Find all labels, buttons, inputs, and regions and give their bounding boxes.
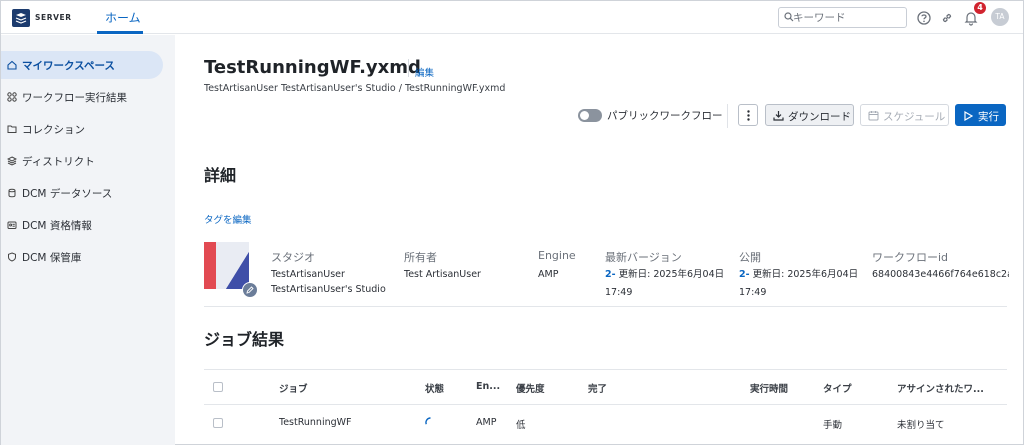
col-status[interactable]: 状態 xyxy=(425,381,444,395)
workflow-thumbnail xyxy=(204,242,249,289)
page-title: TestRunningWF.yxmd xyxy=(204,57,421,78)
download-label: ダウンロード xyxy=(788,111,851,123)
col-completed[interactable]: 完了 xyxy=(588,381,607,395)
latest-version-updated: 更新日: 2025年6月04日 xyxy=(618,269,725,280)
engine-value: AMP xyxy=(538,269,559,280)
sidebar-item-workflow-results[interactable]: ワークフロー実行結果 xyxy=(1,83,163,111)
pencil-icon xyxy=(246,286,254,294)
published-time: 17:49 xyxy=(739,287,767,298)
studio-value-1[interactable]: TestArtisanUser xyxy=(271,267,345,282)
running-spinner-icon xyxy=(425,417,431,425)
schedule-label: スケジュール xyxy=(883,111,946,123)
home-icon xyxy=(7,60,17,70)
workflow-id-value: 68400843e4466f764e618c2a xyxy=(872,269,1009,280)
published-updated: 更新日: 2025年6月04日 xyxy=(752,269,859,280)
breadcrumb[interactable]: TestArtisanUser TestArtisanUser's Studio… xyxy=(204,83,505,94)
sidebar-item-my-workspace[interactable]: マイワークスペース xyxy=(1,51,163,79)
toggle-knob xyxy=(580,111,589,120)
col-type[interactable]: タイプ xyxy=(823,381,852,395)
logo-text: SERVER xyxy=(35,13,72,22)
search-box[interactable] xyxy=(778,7,907,28)
select-all-checkbox[interactable] xyxy=(213,382,223,392)
actions-divider xyxy=(727,104,728,128)
section-divider xyxy=(204,306,1007,307)
row-checkbox[interactable] xyxy=(213,418,223,428)
help-icon[interactable] xyxy=(916,10,932,26)
sidebar-item-label: DCM 資格情報 xyxy=(22,220,92,232)
engine-label: Engine xyxy=(538,249,576,262)
server-logo-icon[interactable] xyxy=(12,9,30,27)
sidebar-item-dcm-credentials[interactable]: DCM 資格情報 xyxy=(1,211,163,239)
edit-title-link[interactable]: 編集 xyxy=(415,65,434,79)
published-version-number[interactable]: 2- xyxy=(739,269,750,280)
notification-badge: 4 xyxy=(974,2,986,14)
sidebar: マイワークスペース ワークフロー実行結果 コレクション ディストリクト DCM … xyxy=(1,35,175,445)
public-workflow-label: パブリックワークフロー xyxy=(607,110,723,122)
published-value: 2- 更新日: 2025年6月04日 xyxy=(739,267,858,282)
col-engine[interactable]: En... xyxy=(476,381,500,392)
sidebar-item-label: ワークフロー実行結果 xyxy=(22,92,127,104)
avatar[interactable]: TA xyxy=(991,8,1009,26)
sidebar-item-districts[interactable]: ディストリクト xyxy=(1,147,163,175)
title-divider xyxy=(408,59,409,77)
edit-tags-link[interactable]: タグを編集 xyxy=(204,212,252,226)
latest-version-label: 最新バージョン xyxy=(605,251,682,264)
public-workflow-toggle[interactable] xyxy=(578,109,602,122)
search-input[interactable] xyxy=(793,9,903,26)
job-name-cell[interactable]: TestRunningWF xyxy=(279,417,352,428)
sidebar-item-dcm-data-sources[interactable]: DCM データソース xyxy=(1,179,163,207)
layers-icon xyxy=(7,156,17,166)
sidebar-item-label: DCM 保管庫 xyxy=(22,252,82,264)
studio-value-2[interactable]: TestArtisanUser's Studio xyxy=(271,282,386,297)
run-button[interactable]: 実行 xyxy=(955,104,1006,126)
sidebar-item-label: DCM データソース xyxy=(22,188,113,200)
sidebar-item-label: コレクション xyxy=(22,124,85,136)
sidebar-item-collections[interactable]: コレクション xyxy=(1,115,163,143)
folder-icon xyxy=(7,125,17,133)
details-heading: 詳細 xyxy=(204,166,237,185)
job-results-heading: ジョブ結果 xyxy=(204,330,285,349)
vertical-ellipsis-icon xyxy=(747,110,750,121)
top-bar: SERVER ホーム 4 TA xyxy=(1,1,1023,34)
database-icon xyxy=(8,188,16,198)
studio-label: スタジオ xyxy=(271,251,315,264)
owner-value: Test ArtisanUser xyxy=(404,269,481,280)
run-label: 実行 xyxy=(978,111,999,123)
priority-cell: 低 xyxy=(516,420,526,431)
engine-cell: AMP xyxy=(476,417,497,428)
published-label: 公開 xyxy=(739,251,761,264)
download-button[interactable]: ダウンロード xyxy=(765,104,854,126)
download-icon xyxy=(773,111,784,121)
type-cell: 手動 xyxy=(823,420,843,431)
latest-version-number[interactable]: 2- xyxy=(605,269,616,280)
owner-label: 所有者 xyxy=(404,251,437,264)
link-icon[interactable] xyxy=(939,10,955,26)
workflow-id-label: ワークフローid xyxy=(872,251,949,264)
assigned-worker-cell: 未割り当て xyxy=(897,420,945,431)
sidebar-item-label: マイワークスペース xyxy=(22,60,115,72)
edit-thumbnail-button[interactable] xyxy=(242,282,258,298)
calendar-icon xyxy=(868,111,879,121)
latest-version-time: 17:49 xyxy=(605,287,633,298)
id-card-icon xyxy=(7,221,17,229)
play-icon xyxy=(964,111,973,121)
latest-version-value: 2- 更新日: 2025年6月04日 xyxy=(605,267,724,282)
col-duration[interactable]: 実行時間 xyxy=(750,381,788,395)
nav-home-tab[interactable]: ホーム xyxy=(105,9,141,26)
sidebar-item-label: ディストリクト xyxy=(22,156,95,168)
col-assigned-worker[interactable]: アサインされたワ... xyxy=(897,381,984,395)
col-priority[interactable]: 優先度 xyxy=(516,381,545,395)
col-job[interactable]: ジョブ xyxy=(279,381,308,395)
sidebar-item-dcm-vault[interactable]: DCM 保管庫 xyxy=(1,243,163,271)
shield-icon xyxy=(8,252,16,262)
workflow-results-icon xyxy=(7,92,17,102)
more-options-button[interactable] xyxy=(738,104,758,126)
schedule-button[interactable]: スケジュール xyxy=(860,104,949,126)
nav-active-indicator xyxy=(97,31,143,34)
